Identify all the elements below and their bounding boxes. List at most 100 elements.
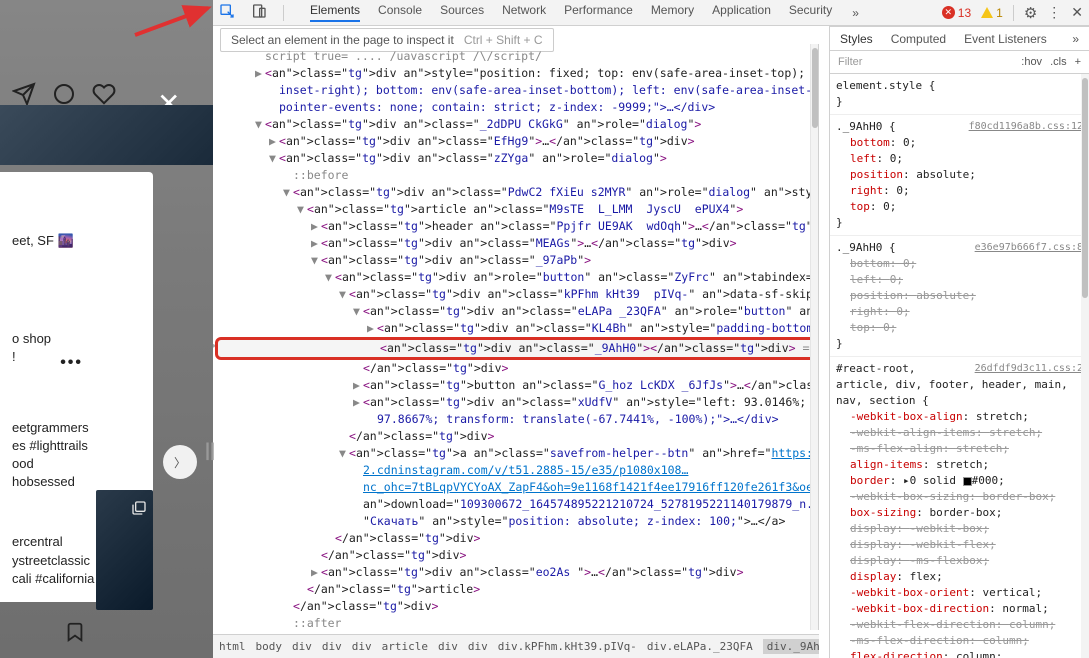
css-property[interactable]: border: ▸0 solid #000; (836, 473, 1083, 489)
css-property[interactable]: display: -webkit-box; (836, 521, 1083, 537)
css-property[interactable]: position: absolute; (836, 288, 1083, 304)
styles-panel[interactable]: element.style {} f80cd1196a8b.css:12._9Ah… (829, 74, 1089, 658)
css-property[interactable]: display: -webkit-flex; (836, 537, 1083, 553)
css-property[interactable]: right: 0; (836, 304, 1083, 320)
css-property[interactable]: left: 0; (836, 272, 1083, 288)
dom-node[interactable]: </an">class="tg">div> (215, 530, 816, 547)
styles-scrollbar[interactable] (1081, 74, 1089, 658)
css-property[interactable]: -webkit-align-items: stretch; (836, 425, 1083, 441)
dom-node[interactable]: 97.8667%; transform: translate(-67.7441%… (215, 411, 816, 428)
css-property[interactable]: position: absolute; (836, 167, 1083, 183)
dom-node[interactable]: 2.cdninstagram.com/v/t51.2885-15/e35/p10… (215, 462, 816, 479)
css-property[interactable]: display: flex; (836, 569, 1083, 585)
css-property[interactable]: -webkit-flex-direction: column; (836, 617, 1083, 633)
dom-node[interactable]: ▶<an">class="tg">header an">class="Ppjfr… (215, 218, 816, 235)
devtools-tab-network[interactable]: Network (502, 3, 546, 22)
dom-breadcrumb[interactable]: htmlbodydivdivdivarticledivdivdiv.kPFhm.… (213, 634, 819, 658)
breadcrumb-item[interactable]: html (219, 640, 246, 653)
tab-styles[interactable]: Styles (840, 32, 873, 46)
dom-node[interactable]: ▼<an">class="tg">a an">class="savefrom-h… (215, 445, 816, 462)
css-property[interactable]: -webkit-box-align: stretch; (836, 409, 1083, 425)
filter-input[interactable]: Filter (838, 56, 862, 68)
dom-node[interactable]: ▼<an">class="tg">div an">class="PdwC2 fX… (215, 184, 816, 201)
css-rule[interactable]: 26dfdf9d3c11.css:2#react-root,article, d… (836, 361, 1083, 658)
elements-panel[interactable]: script true= .... /uavascript /\/script/… (213, 44, 819, 630)
cls-toggle[interactable]: .cls (1050, 56, 1067, 68)
error-count[interactable]: ✕13 (942, 6, 971, 20)
dom-node[interactable]: ▼<an">class="tg">div an">class="_97aPb"> (215, 252, 816, 269)
device-toolbar-icon[interactable] (251, 3, 267, 22)
css-property[interactable]: -webkit-box-direction: normal; (836, 601, 1083, 617)
devtools-tab-console[interactable]: Console (378, 3, 422, 22)
dom-node[interactable]: ▼<an">class="tg">div an">role="button" a… (215, 269, 816, 286)
dom-node[interactable]: pointer-events: none; contain: strict; z… (215, 99, 816, 116)
breadcrumb-item[interactable]: div (322, 640, 342, 653)
dom-node[interactable]: ▼<an">class="tg">article an">class="M9sT… (215, 201, 816, 218)
devtools-tab-sources[interactable]: Sources (440, 3, 484, 22)
dom-node[interactable]: ▼<an">class="tg">div an">class="_2dDPU C… (215, 116, 816, 133)
dom-node[interactable]: </an">class="tg">article> (215, 581, 816, 598)
css-property[interactable]: top: 0; (836, 320, 1083, 336)
dom-node[interactable]: <an">class="tg">div an">class="_9AhH0"><… (215, 337, 816, 360)
breadcrumb-item[interactable]: div (352, 640, 372, 653)
dom-node[interactable]: ▶<an">class="tg">div an">class="eo2As ">… (215, 564, 816, 581)
dom-node[interactable]: ▶<an">class="tg">button an">class="G_hoz… (215, 377, 816, 394)
css-property[interactable]: right: 0; (836, 183, 1083, 199)
css-property[interactable]: bottom: 0; (836, 135, 1083, 151)
breadcrumb-item[interactable]: article (382, 640, 428, 653)
close-devtools-icon[interactable]: ✕ (1071, 4, 1083, 21)
css-property[interactable]: -webkit-box-sizing: border-box; (836, 489, 1083, 505)
dom-node[interactable]: ▶<an">class="tg">div an">class="KL4Bh" a… (215, 320, 816, 337)
more-tabs-icon[interactable]: » (852, 6, 859, 20)
dom-node[interactable]: </an">class="tg">div> (215, 547, 816, 564)
css-property[interactable]: bottom: 0; (836, 256, 1083, 272)
dom-node[interactable]: an">download="109300672_1645748952212107… (215, 496, 816, 513)
dom-node[interactable]: ▼<an">class="tg">div an">class="kPFhm kH… (215, 286, 816, 303)
dom-node[interactable]: </an">class="tg">div> (215, 598, 816, 615)
devtools-tab-security[interactable]: Security (789, 3, 832, 22)
new-rule-icon[interactable]: + (1075, 56, 1081, 68)
css-property[interactable]: display: -ms-flexbox; (836, 553, 1083, 569)
dom-node[interactable]: script true= .... /uavascript /\/script/ (215, 48, 816, 65)
dom-node[interactable]: ▶<an">class="tg">div an">class="MEAGs">…… (215, 235, 816, 252)
dom-node[interactable]: </an">class="tg">div> (215, 360, 816, 377)
dom-node[interactable]: inset-right); bottom: env(safe-area-inse… (215, 82, 816, 99)
bookmark-icon[interactable] (64, 621, 86, 646)
dom-node[interactable]: ▼<an">class="tg">div an">class="eLAPa _2… (215, 303, 816, 320)
more-icon[interactable]: ••• (60, 352, 83, 374)
devtools-tab-elements[interactable]: Elements (310, 3, 360, 22)
css-property[interactable]: -ms-flex-direction: column; (836, 633, 1083, 649)
dom-node[interactable]: ::before (215, 167, 816, 184)
menu-icon[interactable]: ⋮ (1047, 4, 1061, 21)
css-property[interactable]: flex-direction: column; (836, 649, 1083, 658)
elements-scrollbar[interactable] (810, 44, 818, 630)
breadcrumb-item[interactable]: div._9AhH0 (763, 639, 819, 654)
inspect-element-icon[interactable] (219, 3, 235, 22)
breadcrumb-item[interactable]: div (292, 640, 312, 653)
tab-computed[interactable]: Computed (891, 32, 946, 46)
settings-icon[interactable]: ⚙ (1024, 4, 1037, 22)
breadcrumb-item[interactable]: div (468, 640, 488, 653)
css-property[interactable]: box-sizing: border-box; (836, 505, 1083, 521)
dom-node[interactable]: </an">class="tg">div> (215, 428, 816, 445)
breadcrumb-item[interactable]: body (256, 640, 283, 653)
dom-node[interactable]: ▶<an">class="tg">div an">class="xUdfV" a… (215, 394, 816, 411)
css-rule[interactable]: f80cd1196a8b.css:12._9AhH0 {bottom: 0;le… (836, 119, 1083, 231)
warning-count[interactable]: 1 (981, 6, 1003, 20)
breadcrumb-item[interactable]: div (438, 640, 458, 653)
css-rule[interactable]: element.style {} (836, 78, 1083, 110)
css-property[interactable]: -webkit-box-orient: vertical; (836, 585, 1083, 601)
css-property[interactable]: top: 0; (836, 199, 1083, 215)
css-property[interactable]: left: 0; (836, 151, 1083, 167)
breadcrumb-item[interactable]: div.eLAPa._23QFA (647, 640, 753, 653)
tab-event-listeners[interactable]: Event Listeners (964, 32, 1047, 46)
dom-node[interactable]: ▶<an">class="tg">div an">class="EfHg9">…… (215, 133, 816, 150)
dom-node[interactable]: ::after (215, 615, 816, 630)
dom-node[interactable]: nc_ohc=7tBLqpVYCYoAX_ZapF4&oh=9e1168f142… (215, 479, 816, 496)
devtools-tab-performance[interactable]: Performance (564, 3, 633, 22)
css-rule[interactable]: e36e97b666f7.css:8._9AhH0 {bottom: 0;lef… (836, 240, 1083, 352)
more-tabs-icon[interactable]: » (1072, 32, 1079, 46)
devtools-tab-application[interactable]: Application (712, 3, 771, 22)
dom-node[interactable]: ▶<an">class="tg">div an">style="position… (215, 65, 816, 82)
dom-node[interactable]: ▼<an">class="tg">div an">class="zZYga" a… (215, 150, 816, 167)
